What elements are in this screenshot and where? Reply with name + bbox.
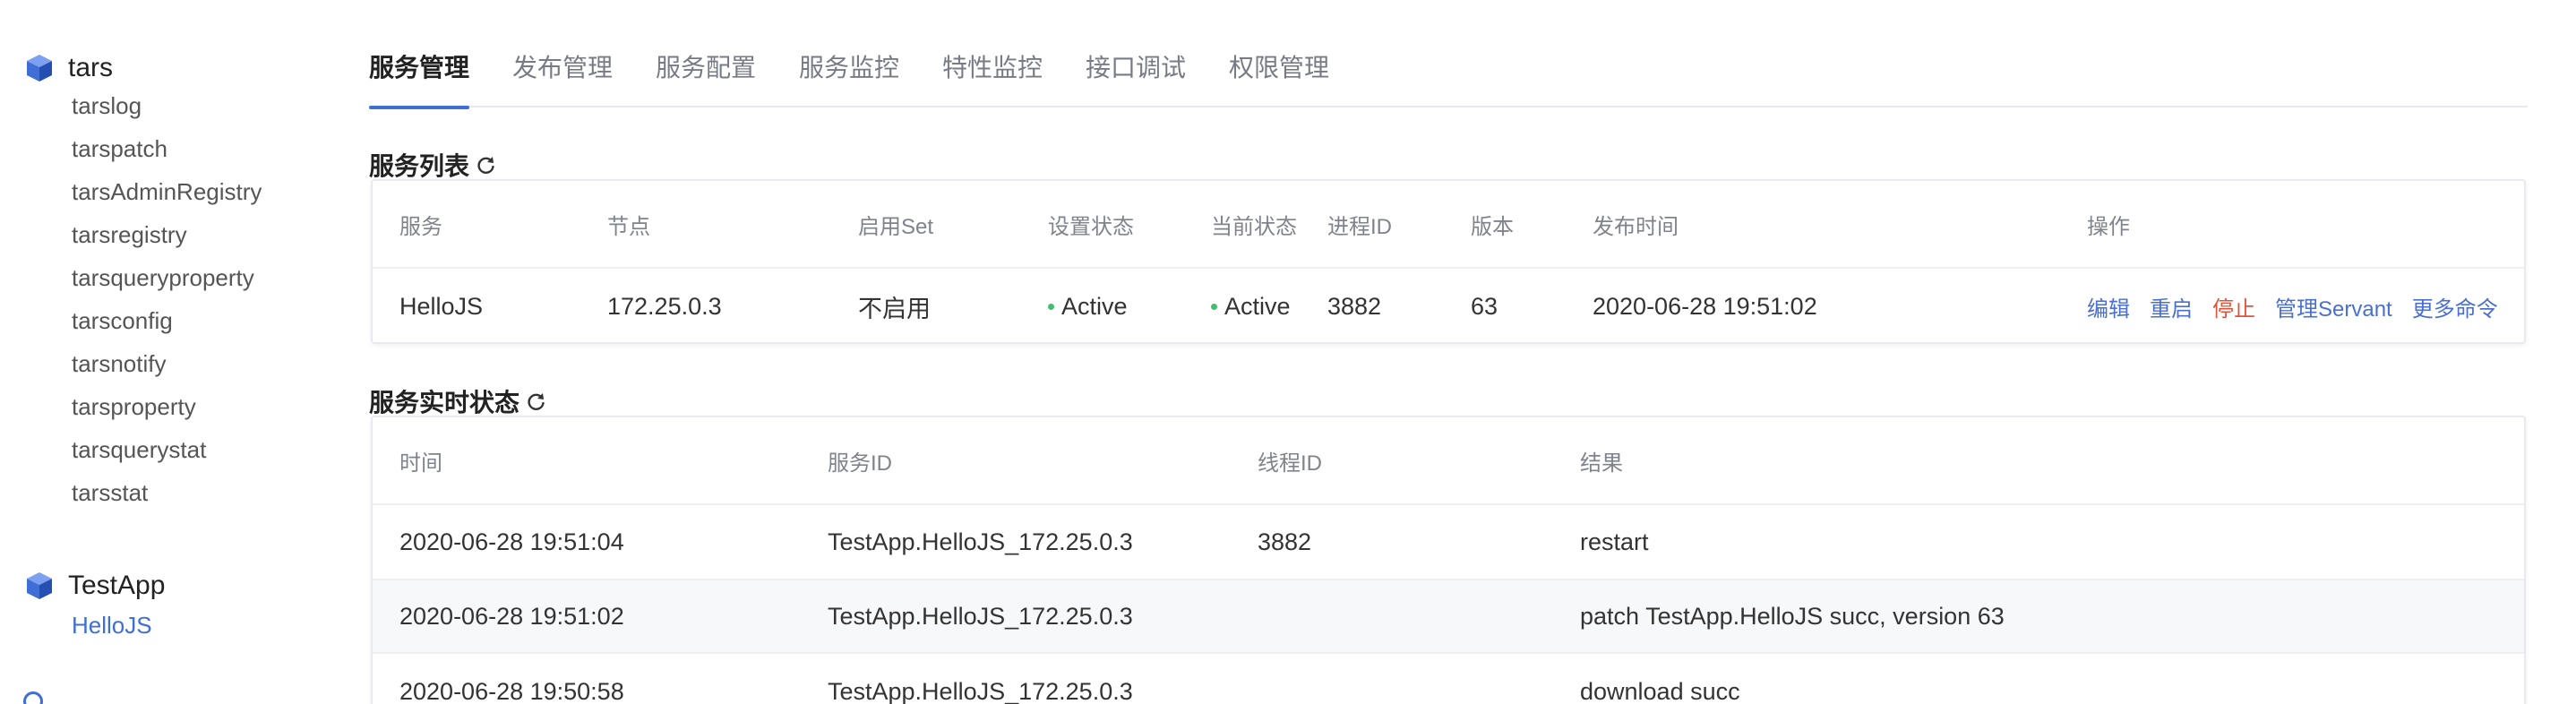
cube-icon	[23, 691, 43, 704]
tab-interface-debug[interactable]: 接口调试	[1086, 48, 1186, 102]
column-header: 当前状态	[1211, 214, 1297, 239]
version-cell: 63	[1471, 292, 1498, 320]
tab-bar: 服务管理 发布管理 服务配置 服务监控 特性监控 接口调试 权限管理	[369, 43, 2528, 109]
node-cell: 172.25.0.3	[607, 292, 722, 320]
table-row: 2020-06-28 19:51:04 TestApp.HelloJS_172.…	[373, 505, 2524, 580]
sidebar-item-hellojs[interactable]: HelloJS	[23, 604, 165, 647]
column-header: 设置状态	[1048, 214, 1134, 239]
service-list: tarslog tarspatch tarsAdminRegistry tars…	[23, 84, 262, 514]
thread-id-cell: 3882	[1258, 528, 1312, 555]
service-id-cell: TestApp.HelloJS_172.25.0.3	[828, 528, 1133, 555]
sidebar-item-tarspatch[interactable]: tarspatch	[23, 127, 262, 170]
tab-service-config[interactable]: 服务配置	[656, 48, 756, 102]
sidebar-item-tarsproperty[interactable]: tarsproperty	[23, 385, 262, 428]
service-name-link[interactable]: HelloJS	[399, 269, 483, 342]
column-header: 操作	[2087, 214, 2130, 239]
column-header: 节点	[607, 214, 650, 239]
service-list: HelloJS	[23, 604, 165, 647]
app-testapp[interactable]: TestApp	[23, 568, 165, 604]
table-row: HelloJS 172.25.0.3 不启用 Active Active 388…	[373, 269, 2524, 342]
column-header: 服务	[399, 214, 442, 239]
tab-service-monitor[interactable]: 服务监控	[799, 48, 899, 102]
column-header: 进程ID	[1327, 214, 1392, 239]
setting-status-cell: Active	[1048, 269, 1128, 342]
section-title: 服务实时状态	[369, 389, 520, 416]
more-commands-button[interactable]: 更多命令	[2412, 291, 2498, 322]
section-title: 服务列表	[369, 152, 470, 180]
publish-time-cell: 2020-06-28 19:51:02	[1593, 292, 1817, 320]
cube-icon	[27, 55, 52, 82]
table-header: 时间 服务ID 线程ID 结果	[373, 417, 2524, 505]
sidebar-item-tarsregistry[interactable]: tarsregistry	[23, 213, 262, 256]
app-name: TestApp	[68, 571, 166, 600]
status-dot-icon	[1211, 303, 1217, 310]
time-cell: 2020-06-28 19:51:04	[399, 528, 624, 555]
sidebar-item-tarsquerystat[interactable]: tarsquerystat	[23, 428, 262, 471]
pid-cell: 3882	[1327, 292, 1382, 320]
sidebar-item-tarsnotify[interactable]: tarsnotify	[23, 342, 262, 385]
refresh-icon[interactable]	[527, 391, 546, 411]
operations-cell: 编辑 重启 停止 管理Servant 更多命令	[2087, 269, 2518, 342]
app-tars[interactable]: tars	[23, 50, 262, 86]
column-header: 时间	[399, 451, 442, 476]
column-header: 启用Set	[858, 214, 934, 239]
table-row: 2020-06-28 19:51:02 TestApp.HelloJS_172.…	[373, 580, 2524, 654]
sidebar-item-tarsconfig[interactable]: tarsconfig	[23, 299, 262, 342]
sidebar-item-tarsqueryproperty[interactable]: tarsqueryproperty	[23, 256, 262, 299]
app-group-partial	[23, 691, 131, 704]
app-group-tars: tars tarslog tarspatch tarsAdminRegistry…	[23, 50, 262, 514]
sidebar-item-tarsstat[interactable]: tarsstat	[23, 471, 262, 514]
tab-permission-management[interactable]: 权限管理	[1229, 48, 1329, 102]
time-cell: 2020-06-28 19:50:58	[399, 677, 624, 704]
stop-button[interactable]: 停止	[2212, 291, 2255, 322]
column-header: 线程ID	[1258, 451, 1322, 476]
time-cell: 2020-06-28 19:51:02	[399, 602, 624, 630]
result-cell: patch TestApp.HelloJS succ, version 63	[1580, 602, 2005, 630]
table-header: 服务 节点 启用Set 设置状态 当前状态 进程ID 版本 发布时间 操作	[373, 181, 2524, 269]
column-header: 结果	[1580, 451, 1623, 476]
column-header: 版本	[1471, 214, 1514, 239]
setting-status-text: Active	[1061, 292, 1128, 320]
current-status-cell: Active	[1211, 269, 1291, 342]
sidebar: tars tarslog tarspatch tarsAdminRegistry…	[0, 0, 340, 704]
table-row: 2020-06-28 19:50:58 TestApp.HelloJS_172.…	[373, 654, 2524, 704]
column-header: 服务ID	[828, 451, 892, 476]
service-list-heading: 服务列表	[369, 147, 496, 183]
service-id-cell: TestApp.HelloJS_172.25.0.3	[828, 602, 1133, 630]
restart-button[interactable]: 重启	[2150, 291, 2193, 322]
tab-feature-monitor[interactable]: 特性监控	[942, 48, 1043, 102]
result-cell: download succ	[1580, 677, 1740, 704]
main-content: 服务管理 发布管理 服务配置 服务监控 特性监控 接口调试 权限管理 服务列表 …	[369, 0, 2528, 704]
current-status-text: Active	[1224, 292, 1291, 320]
result-cell: restart	[1580, 528, 1649, 555]
realtime-status-table: 时间 服务ID 线程ID 结果 2020-06-28 19:51:04 Test…	[371, 416, 2526, 704]
edit-button[interactable]: 编辑	[2087, 291, 2130, 322]
status-dot-icon	[1048, 303, 1054, 310]
sidebar-item-tarslog[interactable]: tarslog	[23, 84, 262, 127]
tab-publish-management[interactable]: 发布管理	[512, 48, 613, 102]
cube-icon	[27, 572, 52, 599]
service-id-cell: TestApp.HelloJS_172.25.0.3	[828, 677, 1133, 704]
app-group-testapp: TestApp HelloJS	[23, 568, 165, 647]
service-list-table: 服务 节点 启用Set 设置状态 当前状态 进程ID 版本 发布时间 操作 He…	[371, 179, 2526, 344]
tab-service-management[interactable]: 服务管理	[369, 48, 470, 109]
column-header: 发布时间	[1593, 214, 1679, 239]
realtime-status-heading: 服务实时状态	[369, 383, 546, 419]
set-cell: 不启用	[858, 295, 931, 322]
sidebar-item-tarsadminregistry[interactable]: tarsAdminRegistry	[23, 170, 262, 213]
manage-servant-button[interactable]: 管理Servant	[2275, 291, 2392, 322]
refresh-icon[interactable]	[477, 155, 496, 175]
app-name: tars	[68, 53, 114, 82]
